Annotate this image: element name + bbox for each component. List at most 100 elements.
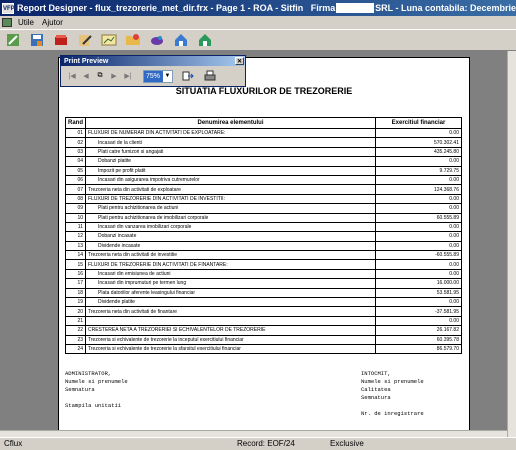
row-description: Incasari din emisiunea de actiuni — [85, 268, 376, 280]
signature-right: INTOCMIT, Numele si prenumele Calitatea Sem… — [361, 370, 424, 418]
row-value: 124.368.76 — [375, 184, 462, 195]
signature-line: ADMINISTRATOR, — [65, 370, 112, 377]
row-description: Trezoreria neta din activitati de finant… — [85, 306, 376, 317]
chevron-down-icon[interactable]: ▼ — [163, 73, 172, 79]
run-icon[interactable] — [148, 31, 166, 49]
app-icon: VFP — [2, 2, 15, 14]
row-description: Incasari din asigurarea impotriva cutrem… — [85, 174, 376, 186]
row-description: FLUXURI DE TREZORERIE DIN ACTIVITATI DE … — [85, 259, 376, 270]
row-number: 17 — [65, 278, 86, 289]
table-row: 13 Dividende incasate 0.00 — [65, 240, 462, 252]
first-page-icon[interactable]: |◀ — [65, 72, 79, 80]
row-description: Impozit pe profit platit — [85, 165, 376, 176]
row-value: 0.00 — [375, 174, 462, 186]
chart-icon[interactable] — [100, 31, 118, 49]
home-alt-icon[interactable] — [196, 31, 214, 49]
row-description: Trezoreria si echivalente de trezorerie … — [85, 343, 376, 355]
horizontal-scrollbar[interactable] — [0, 430, 507, 437]
table-row: 03 Plati catre furnizori si angajati 435.2… — [65, 146, 462, 158]
row-number: 23 — [65, 334, 86, 346]
row-number: 14 — [65, 250, 86, 261]
row-description: Dividende platite — [85, 297, 376, 308]
row-value: 0.00 — [375, 193, 462, 205]
next-page-icon[interactable]: ▶ — [107, 72, 121, 80]
row-description — [85, 315, 376, 327]
row-value: 0.00 — [375, 259, 462, 270]
table-row: 08 FLUXURI DE TREZORERIE DIN ACTIVITATI D… — [65, 193, 462, 205]
row-value: 86.579.70 — [375, 343, 462, 355]
table-row: 21 0.00 — [65, 315, 462, 327]
window-titlebar: VFP Report Designer - flux_trezorerie_me… — [0, 0, 516, 16]
signature-line — [65, 394, 128, 402]
row-number: 13 — [65, 240, 86, 252]
print-preview-toolbar: Print Preview ✕ |◀ ◀ ⧉ ▶ ▶| 75% ▼ — [60, 55, 246, 87]
menu-item-ajutor[interactable]: Ajutor — [38, 18, 67, 27]
row-number: 24 — [65, 343, 86, 355]
signature-line: Semnatura — [361, 394, 391, 401]
row-number: 18 — [65, 287, 86, 299]
row-number: 11 — [65, 221, 86, 233]
zoom-select[interactable]: 75% ▼ — [143, 69, 173, 83]
row-value: 0.00 — [375, 203, 462, 214]
last-page-icon[interactable]: ▶| — [121, 72, 135, 80]
row-description: Plati catre furnizori si angajati — [85, 146, 376, 158]
row-description: FLUXURI DE TREZORERIE DIN ACTIVITATI DE … — [85, 193, 376, 205]
row-value: 435.245.80 — [375, 146, 462, 158]
row-value: 0.00 — [375, 268, 462, 280]
row-number: 06 — [65, 174, 86, 186]
row-description: Dobanzi incasate — [85, 231, 376, 242]
close-icon[interactable]: ✕ — [235, 57, 244, 65]
export-icon[interactable] — [181, 70, 195, 82]
vertical-scrollbar[interactable] — [507, 51, 516, 437]
folder-icon[interactable] — [124, 31, 142, 49]
print-preview-buttons: |◀ ◀ ⧉ ▶ ▶| 75% ▼ — [61, 66, 245, 86]
print-icon[interactable] — [203, 70, 217, 82]
goto-page-icon[interactable]: ⧉ — [93, 72, 107, 80]
print-preview-titlebar: Print Preview ✕ — [61, 56, 245, 66]
window-title: Report Designer - flux_trezorerie_met_di… — [17, 3, 304, 13]
row-number: 16 — [65, 268, 86, 280]
status-bar: Cflux Record: EOF/24 Exclusive — [0, 437, 516, 450]
row-number: 21 — [65, 315, 86, 327]
col-denumire: Denumirea elementului — [85, 117, 376, 129]
row-number: 07 — [65, 184, 86, 195]
row-number: 04 — [65, 156, 86, 167]
report-title: SITUATIA FLUXURILOR DE TREZORERIE — [175, 86, 353, 96]
row-number: 02 — [65, 137, 86, 148]
preview-workspace: SITUATIA FLUXURILOR DE TREZORERIE Rand D… — [0, 51, 516, 437]
row-value: 0.00 — [375, 297, 462, 308]
table-row: 20 Trezoreria neta din activitati de fina… — [65, 306, 462, 317]
properties-icon[interactable] — [4, 31, 22, 49]
row-description: Incasari din vanzarea imobilizari corpor… — [85, 221, 376, 233]
row-description: Dividende incasate — [85, 240, 376, 252]
delete-icon[interactable] — [52, 31, 70, 49]
home-icon[interactable] — [172, 31, 190, 49]
table-row: 19 Dividende platite 0.00 — [65, 297, 462, 308]
row-number: 01 — [65, 127, 86, 139]
table-header-row: Rand Denumirea elementului Exercitiul fi… — [65, 117, 462, 129]
edit-icon[interactable] — [76, 31, 94, 49]
row-description: Plata datoriilor aferente leasingului fi… — [85, 287, 376, 299]
row-value: 0.00 — [375, 240, 462, 252]
table-row: 05 Impozit pe profit platit 9.729.75 — [65, 165, 462, 176]
save-icon[interactable] — [28, 31, 46, 49]
row-number: 03 — [65, 146, 86, 158]
prev-page-icon[interactable]: ◀ — [79, 72, 93, 80]
table-row: 04 Dobanzi platite 0.00 — [65, 156, 462, 167]
row-description: Trezoreria neta din activitati de exploa… — [85, 184, 376, 195]
signature-line: Calitatea — [361, 386, 391, 393]
row-description: Trezoreria si echivalente de trezorerie … — [85, 334, 376, 346]
row-value: -60.555.89 — [375, 250, 462, 261]
signature-line: Stampila unitatii — [65, 402, 122, 409]
row-value: -37.581.95 — [375, 306, 462, 317]
table-row: 01 FLUXURI DE NUMERAR DIN ACTIVITATI DE E… — [65, 127, 462, 139]
signature-line — [361, 402, 424, 410]
redacted-block — [336, 3, 375, 13]
row-value: 16.000.00 — [375, 278, 462, 289]
table-row: 06 Incasari din asigurarea impotriva cutr… — [65, 174, 462, 186]
row-description: CRESTEREA NETA A TREZORERIEI SI ECHIVALE… — [85, 325, 376, 336]
menu-item-utile[interactable]: Utile — [14, 18, 38, 27]
table-row: 14 Trezoreria neta din activitati de inve… — [65, 250, 462, 261]
menu-bar: Utile Ajutor — [0, 16, 516, 29]
status-form: Cflux — [4, 439, 23, 448]
